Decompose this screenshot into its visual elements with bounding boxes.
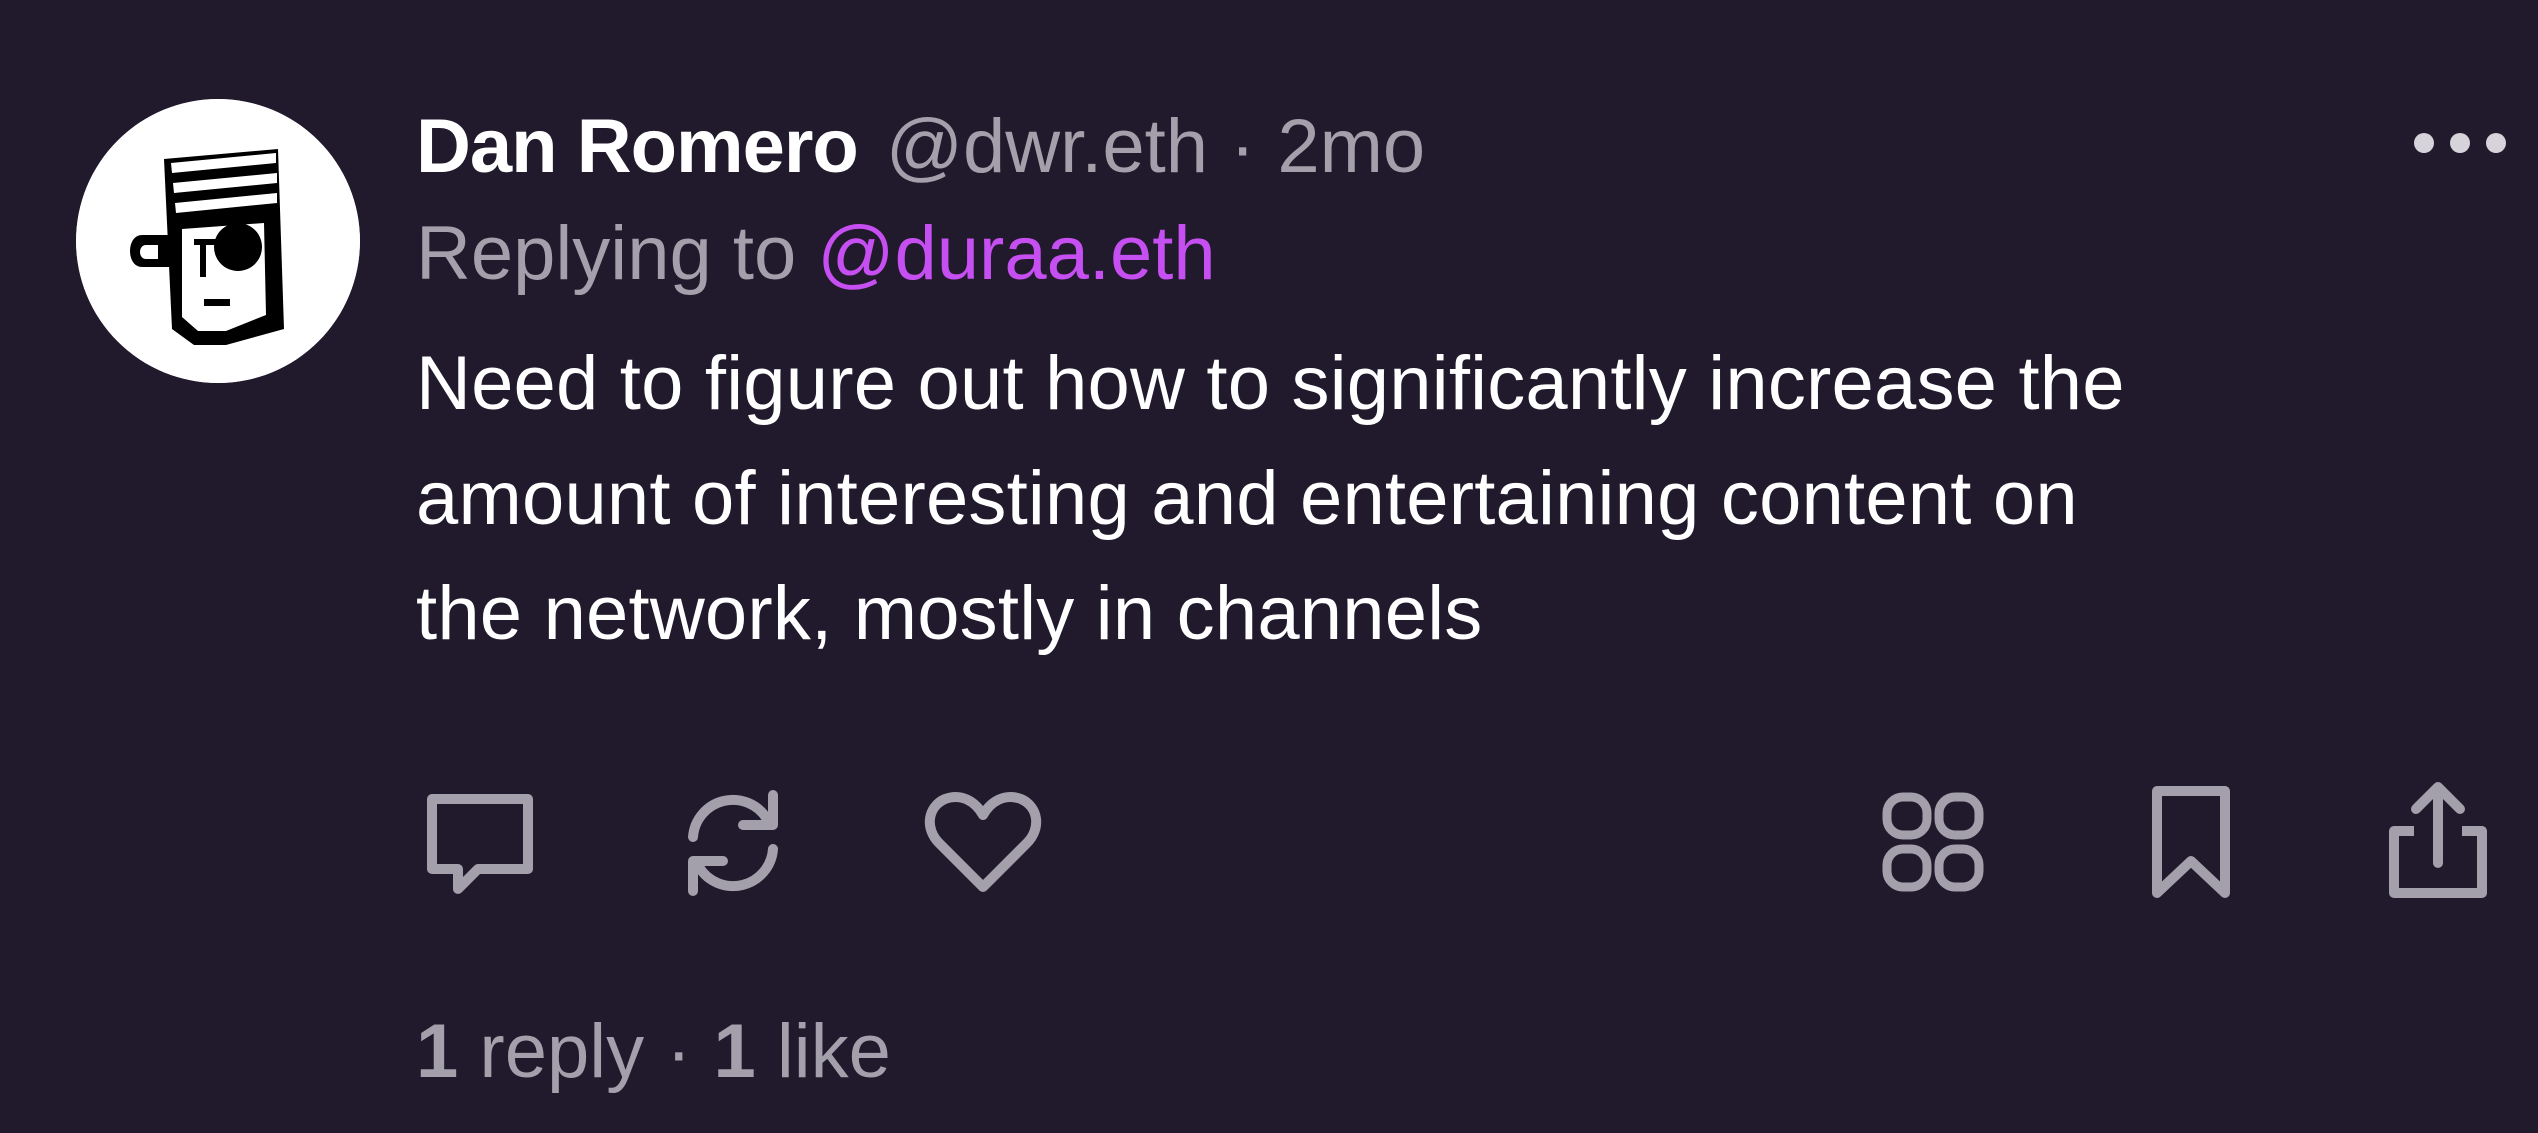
share-icon — [2389, 782, 2487, 898]
recast-button[interactable] — [668, 778, 798, 908]
post-header: Dan Romero @dwr.eth · 2mo — [416, 98, 1425, 196]
pirate-avatar-icon — [76, 99, 360, 383]
bookmark-icon — [2152, 786, 2230, 898]
like-button[interactable] — [918, 778, 1048, 908]
like-count-link[interactable]: 1 like — [713, 1009, 890, 1094]
post-body-line: amount of interesting and entertaining c… — [416, 456, 2078, 541]
refresh-arrows-icon — [688, 790, 778, 896]
more-options-button[interactable] — [2410, 118, 2510, 168]
speech-bubble-icon — [427, 794, 533, 894]
like-count: 1 — [713, 1009, 756, 1094]
post-stats: 1 reply · 1 like — [416, 1002, 891, 1102]
author-name[interactable]: Dan Romero — [416, 98, 859, 196]
timestamp[interactable]: 2mo — [1277, 98, 1425, 196]
author-handle[interactable]: @dwr.eth — [886, 98, 1208, 196]
post-card: Dan Romero @dwr.eth · 2mo Replying to @d… — [0, 0, 2538, 1133]
replying-prefix: Replying to — [416, 211, 797, 296]
reply-count: 1 — [416, 1009, 459, 1094]
heart-icon — [925, 792, 1041, 892]
avatar[interactable] — [76, 99, 360, 383]
replying-to-line: Replying to @duraa.eth — [416, 205, 1216, 303]
ellipsis-icon — [2414, 133, 2506, 153]
stats-separator: · — [666, 1009, 692, 1094]
reply-label: reply — [479, 1009, 645, 1094]
bookmark-button[interactable] — [2126, 778, 2256, 908]
grid-icon — [1882, 792, 1984, 892]
apps-button[interactable] — [1868, 778, 1998, 908]
header-separator: · — [1230, 104, 1256, 189]
reply-mention-link[interactable]: @duraa.eth — [817, 211, 1215, 296]
reply-count-link[interactable]: 1 reply — [416, 1009, 644, 1094]
post-body-line: Need to figure out how to significantly … — [416, 341, 2125, 426]
share-button[interactable] — [2373, 778, 2503, 908]
post-body: Need to figure out how to significantly … — [416, 326, 2496, 671]
reply-button[interactable] — [415, 778, 545, 908]
post-body-line: the network, mostly in channels — [416, 571, 1483, 656]
like-label: like — [776, 1009, 891, 1094]
